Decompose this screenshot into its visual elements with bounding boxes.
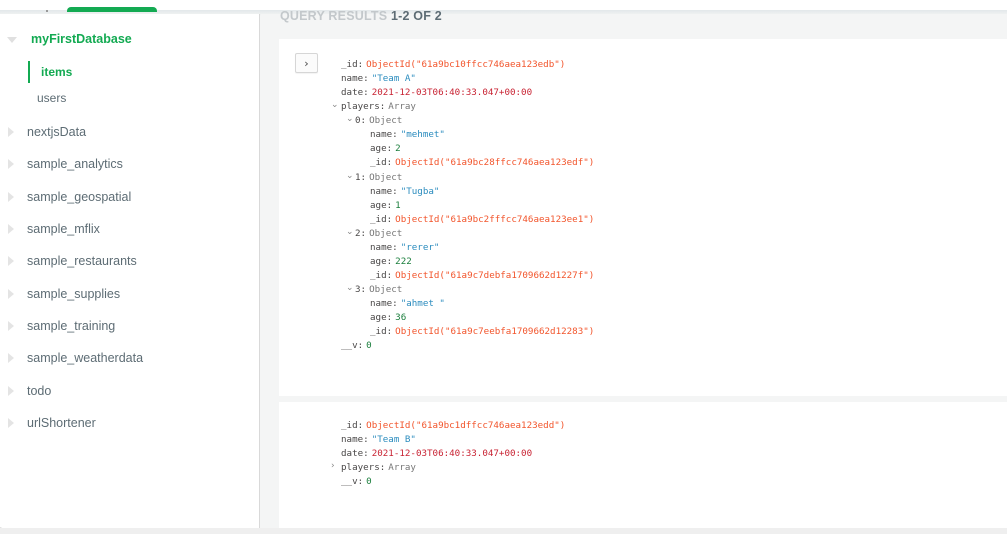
player-age: age: 36: [370, 312, 407, 323]
player-object[interactable]: 3: Object: [355, 283, 402, 297]
chevron-down-icon[interactable]: ⌄: [346, 227, 354, 237]
caret-right-icon[interactable]: [8, 159, 14, 169]
player-name: name: "ahmet ": [370, 298, 445, 309]
sidebar-collection-label: users: [37, 91, 67, 105]
sidebar-db-label: sample_supplies: [27, 287, 121, 301]
caret-right-icon[interactable]: [8, 418, 14, 428]
field-date: date: 2021-12-03T06:40:33.047+00:00: [341, 448, 533, 459]
sidebar-db-todo[interactable]: todo: [0, 381, 259, 401]
sidebar-db-nextjsdata[interactable]: nextjsData: [0, 122, 259, 142]
field-players[interactable]: players: Array: [341, 100, 416, 114]
caret-right-icon[interactable]: [8, 224, 14, 234]
field-date: date: 2021-12-03T06:40:33.047+00:00: [341, 87, 533, 98]
sidebar-db-sample-supplies[interactable]: sample_supplies: [0, 284, 259, 304]
sidebar-db-sample-training[interactable]: sample_training: [0, 316, 259, 336]
query-results-panel: QUERY RESULTS 1-2 OF 2 › _id: ObjectId("6…: [261, 9, 1007, 528]
chevron-down-icon[interactable]: ⌄: [346, 114, 354, 124]
chevron-down-icon[interactable]: ⌄: [346, 283, 354, 293]
expand-document-button[interactable]: ›: [295, 53, 318, 73]
sidebar-db-urlshortener[interactable]: urlShortener: [0, 413, 259, 433]
player-age: age: 222: [370, 256, 412, 267]
player-id: _id: ObjectId("61a9bc2fffcc746aea123ee1"): [370, 214, 595, 225]
player-object[interactable]: 2: Object: [355, 227, 402, 241]
sidebar-collection-items[interactable]: items: [28, 61, 258, 83]
field-name: name: "Team A": [341, 73, 416, 84]
top-active-tab-indicator[interactable]: [67, 7, 157, 12]
player-age: age: 2: [370, 143, 401, 154]
caret-right-icon[interactable]: [8, 321, 14, 331]
sidebar-db-sample-restaurants[interactable]: sample_restaurants: [0, 251, 259, 271]
caret-right-icon[interactable]: [8, 192, 14, 202]
sidebar-db-sample-analytics[interactable]: sample_analytics: [0, 154, 259, 174]
document-card[interactable]: › _id: ObjectId("61a9bc10ffcc746aea123edb…: [279, 39, 1007, 396]
sidebar-db-label: sample_mflix: [27, 222, 100, 236]
player-object[interactable]: 1: Object: [355, 171, 402, 185]
query-results-label: QUERY RESULTS: [280, 9, 388, 23]
chevron-down-icon[interactable]: ⌄: [331, 100, 339, 110]
caret-right-icon[interactable]: [8, 353, 14, 363]
caret-right-icon[interactable]: [8, 256, 14, 266]
player-id: _id: ObjectId("61a9bc28ffcc746aea123edf"): [370, 157, 595, 168]
chevron-right-icon[interactable]: ›: [331, 461, 335, 471]
database-sidebar: myFirstDatabase items users nextjsData s…: [0, 14, 260, 534]
sidebar-db-label: myFirstDatabase: [31, 32, 132, 46]
sidebar-db-sample-geospatial[interactable]: sample_geospatial: [0, 187, 259, 207]
sidebar-db-label: sample_restaurants: [27, 254, 137, 268]
chevron-down-icon[interactable]: ⌄: [346, 171, 354, 181]
sidebar-db-sample-weatherdata[interactable]: sample_weatherdata: [0, 348, 259, 368]
player-name: name: "rerer": [370, 242, 440, 253]
field-v: __v: 0: [341, 340, 372, 351]
caret-right-icon[interactable]: [8, 386, 14, 396]
top-dot: [46, 10, 48, 12]
sidebar-collection-users[interactable]: users: [26, 87, 256, 109]
field-name: name: "Team B": [341, 434, 416, 445]
sidebar-db-label: sample_geospatial: [27, 190, 132, 204]
player-age: age: 1: [370, 200, 401, 211]
sidebar-db-label: urlShortener: [27, 416, 96, 430]
field-v: __v: 0: [341, 476, 372, 487]
document-card[interactable]: _id: ObjectId("61a9bc1dffcc746aea123edd")…: [279, 402, 1007, 528]
sidebar-db-label: sample_analytics: [27, 157, 123, 171]
caret-right-icon[interactable]: [8, 127, 14, 137]
caret-down-icon[interactable]: [7, 37, 17, 43]
field-id: _id: ObjectId("61a9bc1dffcc746aea123edd"): [341, 420, 566, 431]
player-id: _id: ObjectId("61a9c7debfa1709662d1227f"): [370, 270, 595, 281]
sidebar-db-label: nextjsData: [27, 125, 87, 139]
sidebar-db-myfirstdatabase[interactable]: myFirstDatabase: [0, 29, 259, 49]
chevron-right-icon: ›: [304, 56, 309, 70]
caret-right-icon[interactable]: [8, 289, 14, 299]
sidebar-db-label: todo: [27, 384, 52, 398]
query-results-header: QUERY RESULTS 1-2 OF 2: [280, 9, 442, 23]
sidebar-db-label: sample_training: [27, 319, 116, 333]
sidebar-collection-label: items: [41, 65, 73, 79]
player-name: name: "Tugba": [370, 186, 440, 197]
player-name: name: "mehmet": [370, 129, 445, 140]
field-id: _id: ObjectId("61a9bc10ffcc746aea123edb"): [341, 59, 566, 70]
field-players[interactable]: players: Array: [341, 461, 416, 475]
query-results-count: 1-2 OF 2: [390, 9, 442, 23]
top-bar: [0, 0, 1007, 16]
player-object[interactable]: 0: Object: [355, 114, 402, 128]
sidebar-db-sample-mflix[interactable]: sample_mflix: [0, 219, 259, 239]
sidebar-db-label: sample_weatherdata: [27, 351, 144, 365]
player-id: _id: ObjectId("61a9c7eebfa1709662d12283"): [370, 326, 595, 337]
bottom-bar: [0, 528, 1007, 534]
